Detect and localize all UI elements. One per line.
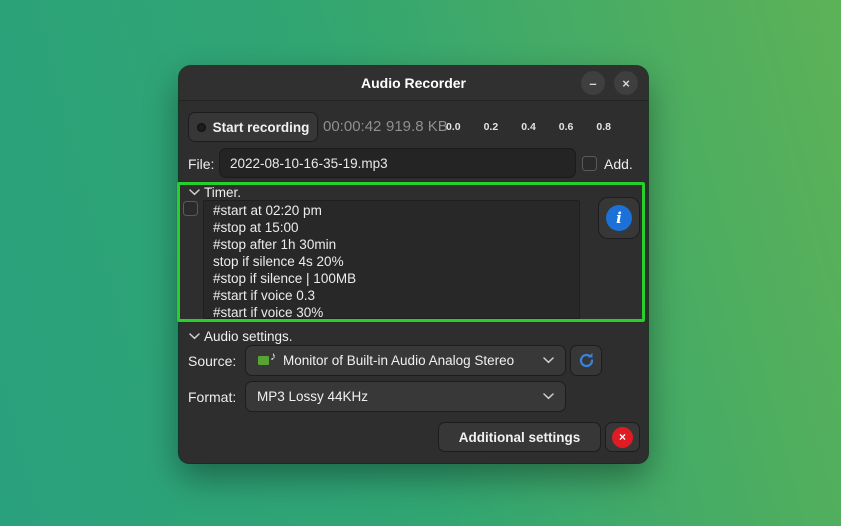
source-label: Source:	[188, 353, 236, 369]
minimize-button[interactable]: –	[581, 71, 605, 95]
source-value: Monitor of Built-in Audio Analog Stereo	[283, 353, 535, 368]
timer-expander[interactable]: Timer.	[189, 185, 241, 200]
timer-info-button[interactable]: i	[598, 197, 640, 239]
meter-tick: 0.8	[596, 121, 611, 133]
add-label: Add.	[604, 156, 633, 172]
additional-settings-label: Additional settings	[459, 430, 581, 445]
chevron-down-icon	[189, 333, 200, 340]
meter-tick: 0.4	[521, 121, 536, 133]
chevron-down-icon	[189, 189, 200, 196]
delete-file-button[interactable]: ×	[605, 422, 640, 452]
format-label: Format:	[188, 389, 236, 405]
chevron-down-icon	[543, 357, 554, 364]
timer-enable-checkbox[interactable]	[183, 201, 198, 216]
timer-command-line: #stop after 1h 30min	[213, 236, 579, 253]
close-button[interactable]: ×	[614, 71, 638, 95]
refresh-sources-button[interactable]	[570, 345, 602, 376]
refresh-icon	[578, 352, 595, 369]
timer-command-line: #stop if silence | 100MB	[213, 270, 579, 287]
file-label: File:	[188, 156, 214, 172]
timer-command-line: #start if voice 0.3	[213, 287, 579, 304]
window-title: Audio Recorder	[361, 75, 466, 91]
elapsed-time: 00:00:42	[323, 118, 381, 135]
titlebar-buttons: – ×	[581, 71, 638, 95]
chevron-down-icon	[543, 393, 554, 400]
titlebar[interactable]: Audio Recorder – ×	[179, 66, 648, 101]
start-recording-button[interactable]: Start recording	[188, 112, 318, 142]
format-value: MP3 Lossy 44KHz	[257, 389, 535, 404]
audio-recorder-window: Audio Recorder – × Start recording 00:00…	[179, 66, 648, 463]
timer-command-line: #start at 02:20 pm	[213, 202, 579, 219]
meter-tick: 0.0	[446, 121, 461, 133]
timer-command-line: stop if silence 4s 20%	[213, 253, 579, 270]
meter-tick: 0.6	[559, 121, 574, 133]
level-meter-scale: 0.0 0.2 0.4 0.6 0.8	[446, 121, 611, 133]
file-size: 919.8 KB	[386, 118, 448, 135]
audio-card-icon: ♪	[257, 353, 275, 368]
minimize-icon: –	[589, 76, 596, 91]
audio-settings-expander-label: Audio settings.	[204, 329, 293, 344]
info-icon: i	[606, 205, 632, 231]
record-dot-icon	[197, 123, 206, 132]
add-checkbox[interactable]	[582, 156, 597, 171]
timer-command-line: #stop at 15:00	[213, 219, 579, 236]
timer-commands-textarea[interactable]: #start at 02:20 pm #stop at 15:00 #stop …	[203, 200, 580, 319]
close-icon: ×	[622, 76, 630, 91]
start-recording-label: Start recording	[213, 120, 310, 135]
timer-command-line: #start if voice 30%	[213, 304, 579, 319]
filename-input[interactable]	[219, 148, 576, 178]
timer-expander-label: Timer.	[204, 185, 241, 200]
format-dropdown[interactable]: MP3 Lossy 44KHz	[245, 381, 566, 412]
meter-tick: 0.2	[484, 121, 499, 133]
delete-x-icon: ×	[612, 427, 633, 448]
additional-settings-button[interactable]: Additional settings	[438, 422, 601, 452]
source-dropdown[interactable]: ♪ Monitor of Built-in Audio Analog Stere…	[245, 345, 566, 376]
audio-settings-expander[interactable]: Audio settings.	[189, 329, 293, 344]
